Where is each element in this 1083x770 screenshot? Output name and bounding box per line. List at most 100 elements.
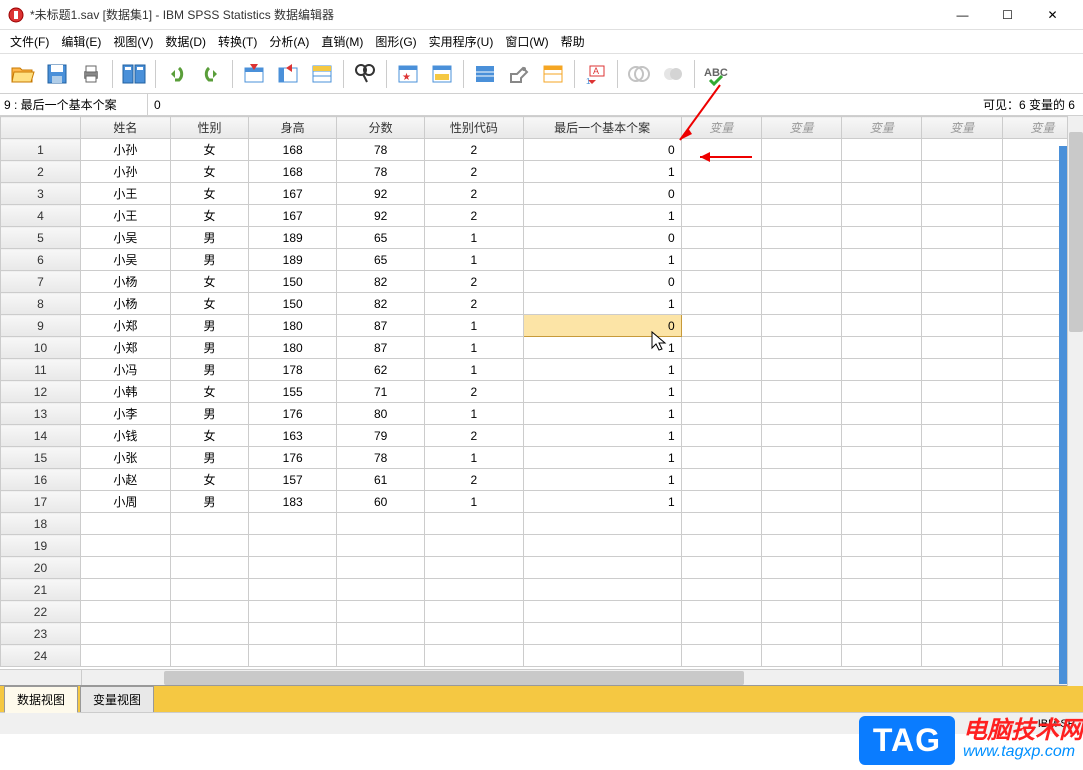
- empty-cell[interactable]: [761, 227, 841, 249]
- row-header[interactable]: 17: [1, 491, 81, 513]
- cell-gender[interactable]: 女: [170, 469, 248, 491]
- value-labels-icon[interactable]: [504, 59, 534, 89]
- cell-gender[interactable]: 女: [170, 271, 248, 293]
- corner-header[interactable]: [1, 117, 81, 139]
- menu-utilities[interactable]: 实用程序(U): [423, 31, 500, 52]
- empty-cell[interactable]: [842, 183, 922, 205]
- cell-lastcase[interactable]: 0: [523, 315, 681, 337]
- cell-gendercode[interactable]: 1: [425, 227, 523, 249]
- cell-height[interactable]: 168: [249, 161, 337, 183]
- empty-cell[interactable]: [922, 469, 1002, 491]
- cell-height[interactable]: 189: [249, 249, 337, 271]
- cell-height[interactable]: 176: [249, 403, 337, 425]
- cell-score[interactable]: 78: [337, 447, 425, 469]
- row-header[interactable]: 6: [1, 249, 81, 271]
- horizontal-scrollbar[interactable]: [0, 669, 1083, 685]
- scrollbar-thumb[interactable]: [1069, 132, 1083, 332]
- close-button[interactable]: ✕: [1030, 0, 1075, 30]
- cell-gendercode[interactable]: 1: [425, 249, 523, 271]
- empty-cell[interactable]: [842, 381, 922, 403]
- empty-cell[interactable]: [922, 293, 1002, 315]
- cell-height[interactable]: 180: [249, 337, 337, 359]
- cell-gender[interactable]: 男: [170, 337, 248, 359]
- empty-cell[interactable]: [80, 623, 170, 645]
- empty-cell[interactable]: [842, 139, 922, 161]
- empty-cell[interactable]: [681, 623, 761, 645]
- empty-cell[interactable]: [249, 623, 337, 645]
- cell-gendercode[interactable]: 2: [425, 271, 523, 293]
- empty-cell[interactable]: [425, 513, 523, 535]
- empty-cell[interactable]: [922, 403, 1002, 425]
- empty-cell[interactable]: [842, 359, 922, 381]
- cell-lastcase[interactable]: 1: [523, 161, 681, 183]
- empty-cell[interactable]: [842, 645, 922, 667]
- row-header[interactable]: 20: [1, 557, 81, 579]
- redo-icon[interactable]: [196, 59, 226, 89]
- cell-score[interactable]: 92: [337, 183, 425, 205]
- col-header-lastcase[interactable]: 最后一个基本个案: [523, 117, 681, 139]
- empty-cell[interactable]: [761, 469, 841, 491]
- empty-cell[interactable]: [80, 513, 170, 535]
- cell-lastcase[interactable]: 1: [523, 447, 681, 469]
- empty-cell[interactable]: [337, 513, 425, 535]
- empty-cell[interactable]: [80, 535, 170, 557]
- cell-height[interactable]: 176: [249, 447, 337, 469]
- cell-lastcase[interactable]: 1: [523, 469, 681, 491]
- empty-cell[interactable]: [249, 513, 337, 535]
- empty-cell[interactable]: [922, 425, 1002, 447]
- cell-gendercode[interactable]: 1: [425, 315, 523, 337]
- row-header[interactable]: 18: [1, 513, 81, 535]
- goto-case-icon[interactable]: [239, 59, 269, 89]
- cell-gendercode[interactable]: 2: [425, 183, 523, 205]
- cell-score[interactable]: 79: [337, 425, 425, 447]
- recall-dialog-icon[interactable]: [119, 59, 149, 89]
- empty-cell[interactable]: [761, 645, 841, 667]
- cell-lastcase[interactable]: 1: [523, 381, 681, 403]
- empty-cell[interactable]: [523, 535, 681, 557]
- row-header[interactable]: 9: [1, 315, 81, 337]
- tab-variable-view[interactable]: 变量视图: [80, 686, 154, 712]
- cell-gender[interactable]: 女: [170, 161, 248, 183]
- cell-lastcase[interactable]: 1: [523, 425, 681, 447]
- empty-cell[interactable]: [337, 601, 425, 623]
- empty-cell[interactable]: [761, 161, 841, 183]
- empty-cell[interactable]: [249, 579, 337, 601]
- cell-gender[interactable]: 男: [170, 227, 248, 249]
- cell-gender[interactable]: 女: [170, 293, 248, 315]
- cell-height[interactable]: 150: [249, 293, 337, 315]
- empty-cell[interactable]: [922, 337, 1002, 359]
- empty-cell[interactable]: [249, 645, 337, 667]
- col-header-height[interactable]: 身高: [249, 117, 337, 139]
- cell-height[interactable]: 155: [249, 381, 337, 403]
- cell-lastcase[interactable]: 1: [523, 293, 681, 315]
- minimize-button[interactable]: —: [940, 0, 985, 30]
- empty-cell[interactable]: [761, 557, 841, 579]
- empty-cell[interactable]: [249, 535, 337, 557]
- cell-score[interactable]: 80: [337, 403, 425, 425]
- empty-cell[interactable]: [842, 205, 922, 227]
- cell-lastcase[interactable]: 1: [523, 249, 681, 271]
- empty-cell[interactable]: [761, 381, 841, 403]
- maximize-button[interactable]: ☐: [985, 0, 1030, 30]
- cell-lastcase[interactable]: 0: [523, 271, 681, 293]
- cell-score[interactable]: 62: [337, 359, 425, 381]
- cell-score[interactable]: 61: [337, 469, 425, 491]
- empty-cell[interactable]: [842, 293, 922, 315]
- undo-icon[interactable]: [162, 59, 192, 89]
- empty-cell[interactable]: [681, 447, 761, 469]
- row-header[interactable]: 2: [1, 161, 81, 183]
- cell-gendercode[interactable]: 2: [425, 293, 523, 315]
- cell-height[interactable]: 157: [249, 469, 337, 491]
- empty-cell[interactable]: [337, 557, 425, 579]
- empty-cell[interactable]: [523, 601, 681, 623]
- row-header[interactable]: 16: [1, 469, 81, 491]
- empty-cell[interactable]: [922, 645, 1002, 667]
- empty-cell[interactable]: [761, 315, 841, 337]
- empty-cell[interactable]: [922, 491, 1002, 513]
- cell-score[interactable]: 92: [337, 205, 425, 227]
- empty-cell[interactable]: [761, 535, 841, 557]
- empty-cell[interactable]: [761, 513, 841, 535]
- cell-gender[interactable]: 男: [170, 491, 248, 513]
- row-header[interactable]: 15: [1, 447, 81, 469]
- cell-lastcase[interactable]: 1: [523, 403, 681, 425]
